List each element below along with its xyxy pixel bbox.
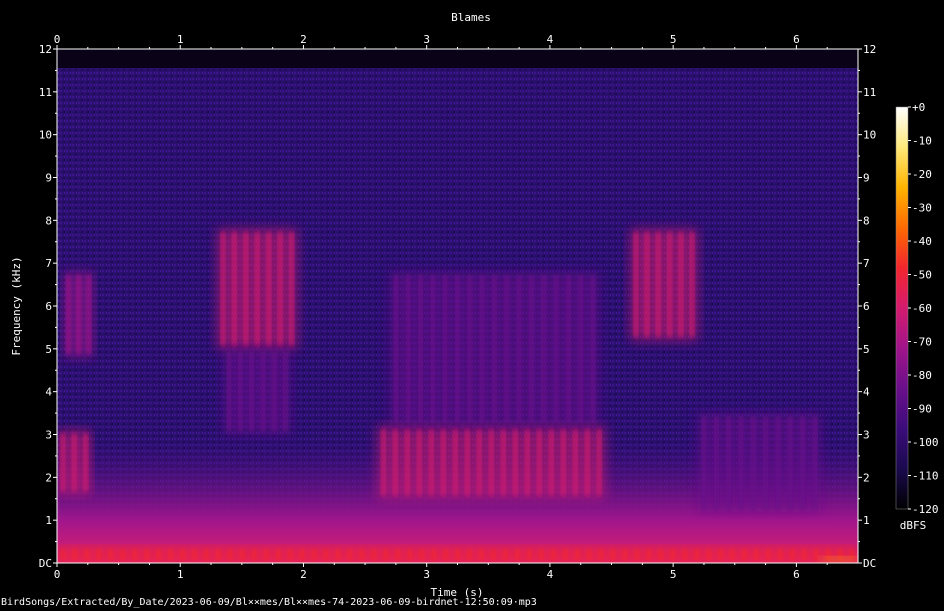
y-tick-label: 1 xyxy=(45,514,52,527)
colorbar-tick-label: -60 xyxy=(912,302,932,315)
x-tick-label-top: 4 xyxy=(547,33,554,46)
y-tick-label: 10 xyxy=(39,129,52,142)
y-tick-label: 3 xyxy=(45,429,52,442)
plot-area xyxy=(56,48,859,564)
colorbar-tick-label: -90 xyxy=(912,403,932,416)
colorbar-ticks: +0 -10 -20 -30 -40 -50 -60 -70 -80 -90 -100 -110 -12… xyxy=(908,101,939,516)
spectrogram-event xyxy=(821,556,858,563)
x-tick-label-top: 6 xyxy=(793,33,800,46)
y-tick-label-right: 7 xyxy=(863,257,870,270)
y-tick-label-right: 8 xyxy=(863,214,870,227)
x-tick-label-top: 5 xyxy=(670,33,677,46)
y-tick-label-right: DC xyxy=(863,557,876,570)
y-tick-label-right: 2 xyxy=(863,471,870,484)
y-tick-label-right: 1 xyxy=(863,514,870,527)
y-tick-label-right: 12 xyxy=(863,43,876,56)
y-tick-label: 12 xyxy=(39,43,52,56)
spectrogram-event xyxy=(57,430,92,495)
y-tick-label: 5 xyxy=(45,343,52,356)
spectrogram-event xyxy=(223,348,292,435)
colorbar: +0 -10 -20 -30 -40 -50 -60 -70 -80 -90 -100 -110 -12… xyxy=(895,101,939,532)
colorbar-tick-label: +0 xyxy=(912,101,925,114)
y-tick-label: DC xyxy=(39,557,52,570)
y-tick-label-right: 4 xyxy=(863,386,870,399)
x-tick-label-top: 0 xyxy=(54,33,61,46)
x-tick-label: 5 xyxy=(670,568,677,581)
colorbar-tick-label: -100 xyxy=(912,436,939,449)
spectrogram-chart: Blames 00112233445566 DC DC1 12 23 34 45 56 67 7… xyxy=(10,11,939,599)
x-tick-label-top: 1 xyxy=(177,33,184,46)
x-tick-label: 2 xyxy=(300,568,307,581)
y-tick-label-right: 5 xyxy=(863,343,870,356)
y-tick-label-right: 3 xyxy=(863,429,870,442)
y-axis-label: Frequency (kHz) xyxy=(10,256,23,355)
colorbar-gradient xyxy=(895,106,909,510)
spectrogram-event xyxy=(217,228,298,349)
y-tick-label-right: 10 xyxy=(863,129,876,142)
chart-title: Blames xyxy=(451,11,491,24)
colorbar-tick-label: -20 xyxy=(912,168,932,181)
y-tick-label: 2 xyxy=(45,471,52,484)
y-tick-label: 8 xyxy=(45,214,52,227)
colorbar-tick-label: -80 xyxy=(912,369,932,382)
x-tick-label: 3 xyxy=(423,568,430,581)
x-tick-label-top: 3 xyxy=(423,33,430,46)
x-tick-label: 1 xyxy=(177,568,184,581)
y-tick-label: 9 xyxy=(45,172,52,185)
y-tick-label: 7 xyxy=(45,257,52,270)
y-tick-label-right: 6 xyxy=(863,300,870,313)
y-tick-label: 6 xyxy=(45,300,52,313)
colorbar-label: dBFS xyxy=(900,519,927,532)
spectrogram-event xyxy=(697,413,822,512)
colorbar-tick-label: -50 xyxy=(912,269,932,282)
x-tick-label: 6 xyxy=(793,568,800,581)
spectrogram-event xyxy=(389,271,600,426)
colorbar-tick-label: -10 xyxy=(912,135,932,148)
colorbar-tick-label: -70 xyxy=(912,336,932,349)
spectrogram-event xyxy=(630,228,698,341)
spectrogram-event xyxy=(377,425,606,499)
spectrogram-event xyxy=(63,271,94,358)
colorbar-tick-label: -110 xyxy=(912,470,939,483)
y-tick-label-right: 9 xyxy=(863,172,870,185)
y-tick-label: 11 xyxy=(39,86,52,99)
colorbar-tick-label: -40 xyxy=(912,235,932,248)
spectrogram-event xyxy=(57,545,858,563)
file-path: BirdSongs/Extracted/By_Date/2023-06-09/B… xyxy=(1,597,537,608)
colorbar-tick-label: -120 xyxy=(912,503,939,516)
y-tick-label-right: 11 xyxy=(863,86,876,99)
x-tick-label-top: 2 xyxy=(300,33,307,46)
x-tick-label: 0 xyxy=(54,568,61,581)
x-tick-label: 4 xyxy=(547,568,554,581)
y-tick-label: 4 xyxy=(45,386,52,399)
colorbar-tick-label: -30 xyxy=(912,202,932,215)
